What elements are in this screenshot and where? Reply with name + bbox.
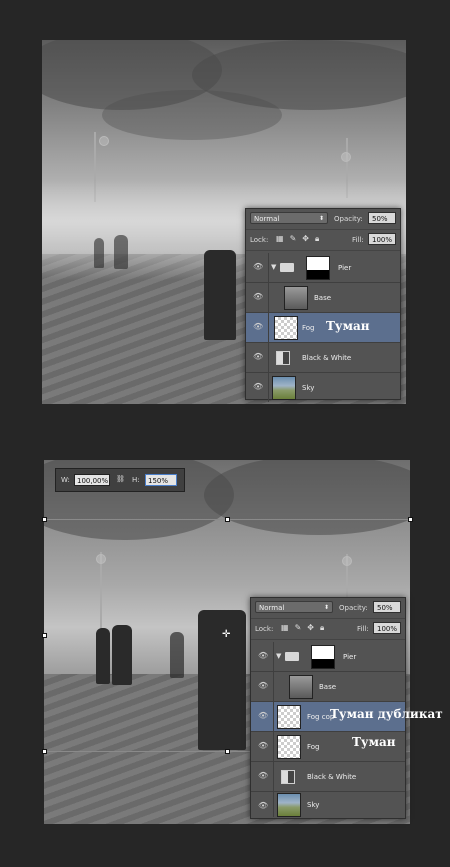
layer-name: Pier xyxy=(338,264,352,272)
layer-thumb xyxy=(277,735,301,759)
opacity-label: Opacity: xyxy=(339,604,368,612)
layer-mask-thumb xyxy=(311,645,335,669)
blend-mode-select[interactable]: Normal ⬍ xyxy=(255,601,333,613)
layer-base[interactable]: 👁︎ Base xyxy=(251,672,405,702)
transform-handle-tr[interactable] xyxy=(408,517,413,522)
layer-thumb xyxy=(284,286,308,310)
layer-pier[interactable]: 👁︎ ▼ Pier xyxy=(251,642,405,672)
layer-black-white[interactable]: 👁︎ Black & White xyxy=(246,343,400,373)
lock-transparency-icon[interactable]: ▦ xyxy=(276,234,284,244)
eye-icon[interactable]: 👁︎ xyxy=(258,801,268,811)
layer-name: Pier xyxy=(343,653,357,661)
transform-handle-bl[interactable] xyxy=(42,749,47,754)
annotation-fog-bottom: Туман xyxy=(352,735,396,749)
eye-icon[interactable]: 👁︎ xyxy=(258,711,268,721)
transform-handle-tc[interactable] xyxy=(225,517,230,522)
height-field[interactable]: 150% xyxy=(145,474,177,486)
transform-handle-ml[interactable] xyxy=(42,633,47,638)
transform-handle-tl[interactable] xyxy=(42,517,47,522)
eye-icon[interactable]: 👁︎ xyxy=(253,292,263,302)
layer-name: Fog xyxy=(302,324,315,332)
lock-transparency-icon[interactable]: ▦ xyxy=(281,623,289,633)
fill-label: Fill: xyxy=(357,625,369,633)
layer-name: Black & White xyxy=(302,354,352,362)
lock-label: Lock: xyxy=(250,236,269,244)
disclosure-triangle-icon[interactable]: ▼ xyxy=(271,263,276,271)
layer-name: Base xyxy=(319,683,337,691)
layer-thumb xyxy=(277,793,301,817)
layer-name: Base xyxy=(314,294,332,302)
transform-options-bar: W: 100,00% ⛓︎ H: 150% xyxy=(55,468,185,492)
lock-all-icon[interactable]: 🔒︎ xyxy=(315,234,319,244)
chevron-down-icon: ⬍ xyxy=(323,604,329,611)
eye-icon[interactable]: 👁︎ xyxy=(258,771,268,781)
annotation-fog-copy: Туман дубликат xyxy=(330,707,443,721)
link-icon[interactable]: ⛓︎ xyxy=(116,475,125,483)
fill-field[interactable]: 100% xyxy=(368,233,396,245)
layer-thumb xyxy=(289,675,313,699)
height-label: H: xyxy=(132,476,140,484)
eye-icon[interactable]: 👁︎ xyxy=(253,382,263,392)
opacity-field[interactable]: 50% xyxy=(368,212,396,224)
annotation-fog: Туман xyxy=(326,319,370,333)
layer-thumb xyxy=(274,316,298,340)
layers-panel-top: Normal ⬍ Opacity: 50% Lock: ▦ ✎ ✥ 🔒︎ Fill… xyxy=(245,208,401,402)
lock-position-icon[interactable]: ✥ xyxy=(307,623,314,633)
folder-icon xyxy=(285,652,299,661)
layer-sky[interactable]: 👁︎ Sky xyxy=(246,373,400,402)
opacity-label: Opacity: xyxy=(334,215,363,223)
chevron-down-icon: ⬍ xyxy=(318,215,324,222)
lock-pixels-icon[interactable]: ✎ xyxy=(290,234,297,244)
layer-name: Sky xyxy=(302,384,315,392)
lock-all-icon[interactable]: 🔒︎ xyxy=(320,623,324,633)
eye-icon[interactable]: 👁︎ xyxy=(253,262,263,272)
adjustment-icon xyxy=(281,770,295,784)
width-label: W: xyxy=(61,476,70,484)
layer-name: Fog xyxy=(307,743,320,751)
layer-thumb xyxy=(277,705,301,729)
layer-sky[interactable]: 👁︎ Sky xyxy=(251,792,405,817)
blend-mode-value: Normal xyxy=(254,215,280,223)
eye-icon[interactable]: 👁︎ xyxy=(258,741,268,751)
width-field[interactable]: 100,00% xyxy=(74,474,110,486)
lock-pixels-icon[interactable]: ✎ xyxy=(295,623,302,633)
transform-handle-bc[interactable] xyxy=(225,749,230,754)
layer-pier[interactable]: 👁︎ ▼ Pier xyxy=(246,253,400,283)
eye-icon[interactable]: 👁︎ xyxy=(253,352,263,362)
fill-field[interactable]: 100% xyxy=(373,622,401,634)
layer-mask-thumb xyxy=(306,256,330,280)
lock-label: Lock: xyxy=(255,625,274,633)
layer-black-white[interactable]: 👁︎ Black & White xyxy=(251,762,405,792)
fill-label: Fill: xyxy=(352,236,364,244)
eye-icon[interactable]: 👁︎ xyxy=(258,681,268,691)
layer-name: Black & White xyxy=(307,773,357,781)
adjustment-icon xyxy=(276,351,290,365)
layer-fog[interactable]: 👁︎ Fog xyxy=(246,313,400,343)
disclosure-triangle-icon[interactable]: ▼ xyxy=(276,652,281,660)
opacity-field[interactable]: 50% xyxy=(373,601,401,613)
blend-mode-value: Normal xyxy=(259,604,285,612)
layer-base[interactable]: 👁︎ Base xyxy=(246,283,400,313)
folder-icon xyxy=(280,263,294,272)
eye-icon[interactable]: 👁︎ xyxy=(258,651,268,661)
eye-icon[interactable]: 👁︎ xyxy=(253,322,263,332)
layer-thumb xyxy=(272,376,296,400)
crosshair-icon: ✛ xyxy=(222,629,231,640)
layer-name: Sky xyxy=(307,801,320,809)
lock-position-icon[interactable]: ✥ xyxy=(302,234,309,244)
blend-mode-select[interactable]: Normal ⬍ xyxy=(250,212,328,224)
